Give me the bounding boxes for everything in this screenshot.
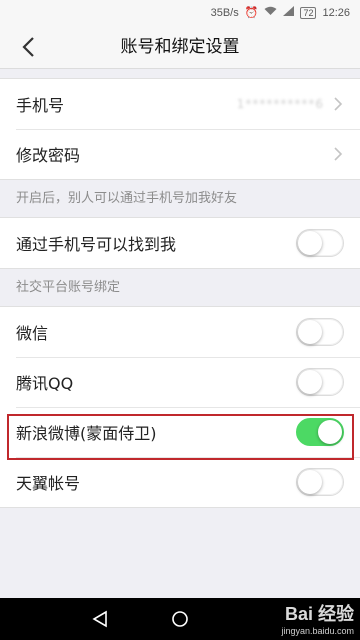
wechat-toggle[interactable] <box>296 318 344 346</box>
baidu-watermark: Bai 经验 jingyan.baidu.com <box>281 600 354 636</box>
change-password-label: 修改密码 <box>16 146 81 165</box>
weibo-label: 新浪微博(蒙面侍卫) <box>16 424 157 443</box>
watermark-sub: jingyan.baidu.com <box>281 626 354 636</box>
wechat-row: 微信 <box>0 307 360 357</box>
system-navigation-bar: Bai 经验 jingyan.baidu.com <box>0 598 360 640</box>
tianyi-toggle[interactable] <box>296 468 344 496</box>
find-by-phone-row: 通过手机号可以找到我 <box>0 218 360 268</box>
wifi-icon <box>264 6 277 19</box>
status-time: 12:26 <box>322 6 350 19</box>
tianyi-row: 天翼帐号 <box>0 457 360 507</box>
qq-row: 腾讯QQ <box>0 357 360 407</box>
navigation-bar: 账号和绑定设置 <box>0 25 360 69</box>
social-binding-group: 微信 腾讯QQ 新浪微博(蒙面侍卫) 天翼帐号 <box>0 306 360 508</box>
phone-number-row[interactable]: 手机号 1**********6 <box>0 79 360 129</box>
alarm-icon: ⏰ <box>244 7 259 19</box>
page-title: 账号和绑定设置 <box>120 37 240 57</box>
social-binding-header: 社交平台账号绑定 <box>16 280 121 295</box>
phone-number-label: 手机号 <box>16 96 65 115</box>
qq-toggle[interactable] <box>296 368 344 396</box>
circle-home-icon <box>172 611 188 627</box>
qq-label: 腾讯QQ <box>16 374 74 393</box>
back-button[interactable] <box>10 29 46 65</box>
status-bar: 35B/s ⏰ 72 12:26 <box>0 0 360 25</box>
change-password-row[interactable]: 修改密码 <box>0 129 360 179</box>
phone-number-value: 1**********6 <box>236 97 324 111</box>
weibo-row: 新浪微博(蒙面侍卫) <box>0 407 360 457</box>
settings-content: 手机号 1**********6 修改密码 开启后，别人可以通过手机号加我好友 … <box>0 69 360 508</box>
signal-icon <box>283 6 295 19</box>
triangle-back-icon <box>92 610 107 628</box>
tianyi-label: 天翼帐号 <box>16 474 81 493</box>
chevron-left-icon <box>22 37 34 57</box>
phone-search-hint: 开启后，别人可以通过手机号加我好友 <box>16 191 238 206</box>
find-by-phone-label: 通过手机号可以找到我 <box>16 235 177 254</box>
find-by-phone-group: 通过手机号可以找到我 <box>0 217 360 269</box>
watermark-main: Bai 经验 <box>284 604 354 624</box>
system-back-button[interactable] <box>82 598 118 640</box>
battery-icon: 72 <box>300 6 317 19</box>
wechat-label: 微信 <box>16 324 49 343</box>
account-group: 手机号 1**********6 修改密码 <box>0 78 360 180</box>
chevron-right-icon <box>334 97 343 111</box>
chevron-right-icon <box>334 147 343 161</box>
weibo-toggle[interactable] <box>296 418 344 446</box>
system-home-button[interactable] <box>162 598 198 640</box>
network-speed: 35B/s <box>210 6 239 19</box>
find-by-phone-toggle[interactable] <box>296 229 344 257</box>
